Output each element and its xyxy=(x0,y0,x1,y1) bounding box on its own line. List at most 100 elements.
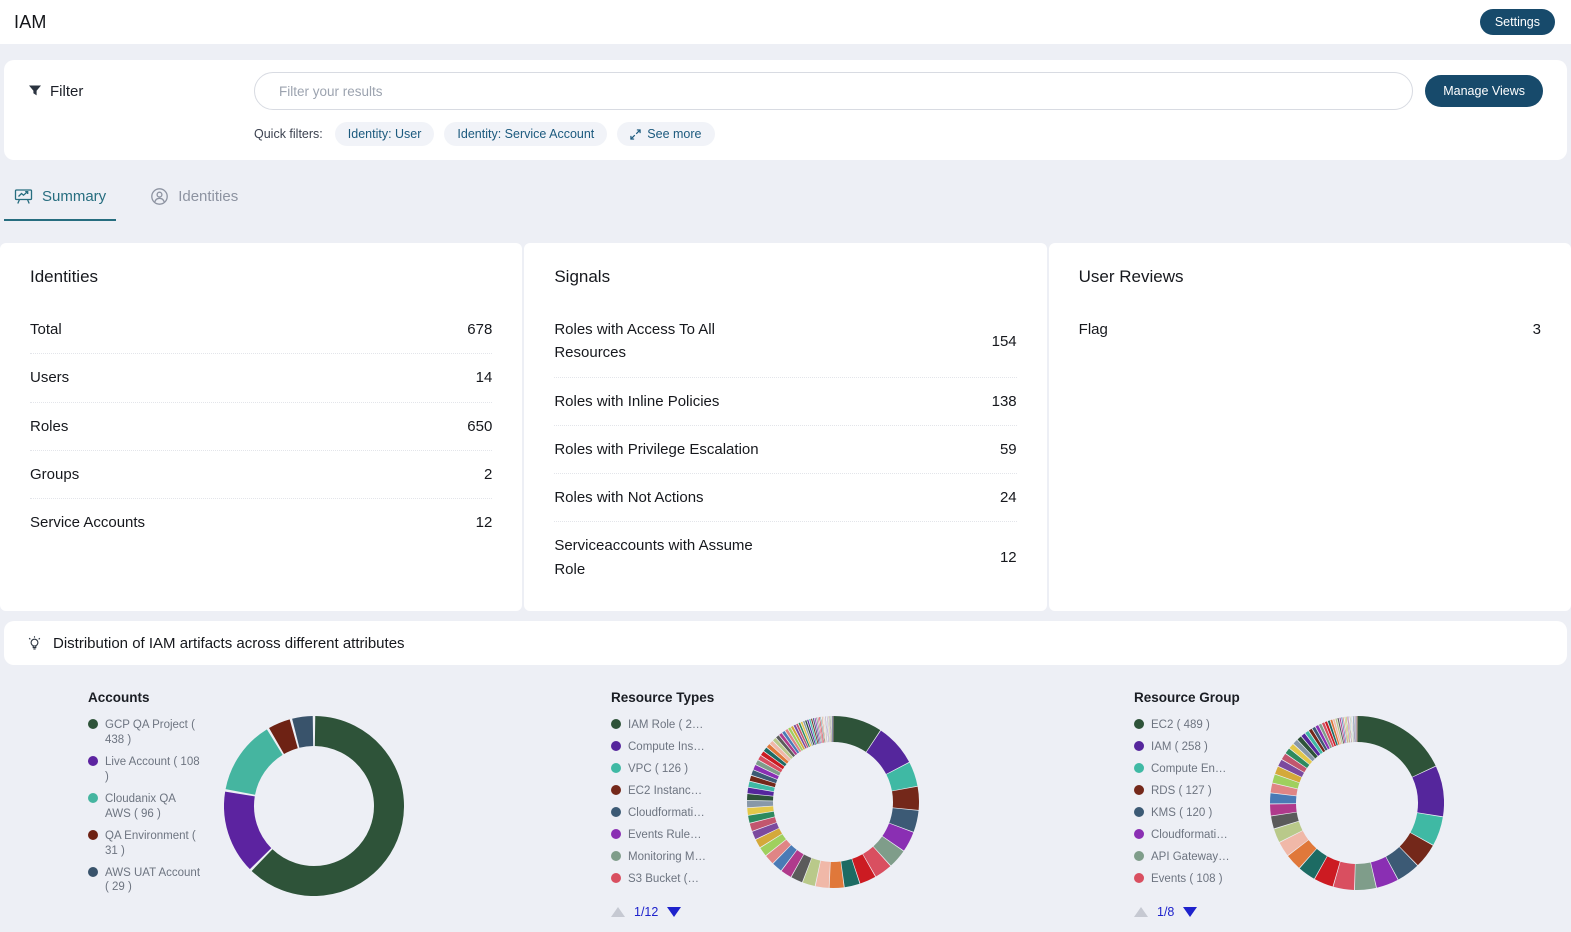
expand-icon xyxy=(630,128,641,140)
legend-label: Compute Ins… xyxy=(628,740,705,753)
legend-label: Live Account ( 108 ) xyxy=(105,755,200,783)
accounts-chart-title: Accounts xyxy=(88,690,150,705)
legend-item: Cloudformati… xyxy=(1134,828,1254,843)
see-more-button[interactable]: See more xyxy=(617,122,715,146)
legend-label: Events Rule… xyxy=(628,828,702,841)
tab-summary[interactable]: Summary xyxy=(4,175,117,221)
legend-item: API Gateway… xyxy=(1134,850,1254,865)
legend-color-dot xyxy=(88,755,98,766)
signals-card: Signals Roles with Access To All Resourc… xyxy=(524,243,1047,611)
legend-item: Monitoring M… xyxy=(611,850,731,865)
legend-color-dot xyxy=(611,806,621,817)
resource-types-pagination: 1/12 xyxy=(611,893,731,923)
stat-value: 3 xyxy=(1532,321,1541,339)
legend-color-dot xyxy=(611,784,621,795)
legend-color-dot xyxy=(611,872,621,883)
legend-label: GCP QA Project ( 438 ) xyxy=(105,719,195,746)
legend-label: Compute En… xyxy=(1151,762,1227,775)
legend-item: Cloudformati… xyxy=(611,806,731,821)
stat-label: Total xyxy=(30,321,62,338)
quick-filter-identity-service-account[interactable]: Identity: Service Account xyxy=(444,122,608,146)
summary-chart-icon xyxy=(14,187,33,206)
legend-item: Live Account ( 108 ) xyxy=(88,755,208,785)
page-up-icon[interactable] xyxy=(1134,907,1148,917)
legend-color-dot xyxy=(1134,740,1144,751)
stat-value: 650 xyxy=(467,417,493,435)
legend-label: KMS ( 120 ) xyxy=(1151,806,1213,819)
stat-label: Roles with Privilege Escalation xyxy=(554,440,759,458)
legend-color-dot xyxy=(88,792,98,803)
accounts-donut-chart xyxy=(224,716,404,923)
quick-filter-identity-user[interactable]: Identity: User xyxy=(334,122,435,146)
stat-row: Flag 3 xyxy=(1079,306,1541,353)
legend-item: IAM ( 258 ) xyxy=(1134,740,1254,755)
legend-item: EC2 Instanc… xyxy=(611,784,731,799)
stat-row: Users 14 xyxy=(30,354,493,403)
legend-item: Compute Ins… xyxy=(611,740,731,755)
top-bar: IAM Settings xyxy=(0,0,1571,44)
legend-color-dot xyxy=(611,762,621,773)
legend-label: EC2 Instanc… xyxy=(628,784,703,797)
accounts-chart-group: Accounts GCP QA Project ( 438 ) Live Acco… xyxy=(0,690,523,932)
legend-color-dot xyxy=(611,740,621,751)
legend-color-dot xyxy=(88,719,98,729)
legend-label: EC2 ( 489 ) xyxy=(1151,719,1210,731)
legend-label: VPC ( 126 ) xyxy=(628,762,689,775)
legend-item: Events ( 108 ) xyxy=(1134,872,1254,887)
user-reviews-card: User Reviews Flag 3 xyxy=(1048,243,1571,611)
legend-item: Compute En… xyxy=(1134,762,1254,777)
legend-color-dot xyxy=(611,719,621,729)
legend-color-dot xyxy=(88,829,98,840)
legend-item: Cloudanix QA AWS ( 96 ) xyxy=(88,792,208,822)
legend-item: Events Rule… xyxy=(611,828,731,843)
stat-value: 138 xyxy=(991,392,1017,410)
legend-item: IAM Role ( 2… xyxy=(611,718,731,733)
stat-label: Serviceaccounts with Assume Role xyxy=(554,537,753,578)
legend-item: GCP QA Project ( 438 ) xyxy=(88,718,208,748)
filter-panel: Filter Manage Views Quick filters: Ident… xyxy=(4,60,1567,160)
stat-label: Groups xyxy=(30,465,80,483)
resource-types-chart-group: Resource Types IAM Role ( 2… Compute Ins…… xyxy=(523,690,1046,932)
stat-row: Total 678 xyxy=(30,306,493,355)
page-indicator: 1/12 xyxy=(634,905,659,919)
resource-group-chart-group: Resource Group EC2 ( 489 ) IAM ( 258 ) Com… xyxy=(1046,690,1569,932)
legend-label: Cloudformati… xyxy=(1151,828,1228,841)
page-down-icon[interactable] xyxy=(667,907,682,917)
stat-value: 12 xyxy=(475,514,493,532)
stat-label: Service Accounts xyxy=(30,514,146,531)
stat-value: 24 xyxy=(999,489,1017,507)
resource-group-pagination: 1/8 xyxy=(1134,893,1254,923)
manage-views-button[interactable]: Manage Views xyxy=(1425,75,1543,107)
stat-row: Service Accounts 12 xyxy=(30,499,492,546)
legend-item: VPC ( 126 ) xyxy=(611,762,731,777)
settings-button[interactable]: Settings xyxy=(1479,9,1555,35)
stat-value: 2 xyxy=(483,465,493,483)
stat-value: 59 xyxy=(999,440,1017,458)
quick-filters-label: Quick filters: xyxy=(254,127,323,141)
stat-label: Roles xyxy=(30,417,69,435)
page-down-icon[interactable] xyxy=(1183,907,1198,917)
legend-item: RDS ( 127 ) xyxy=(1134,784,1254,799)
stat-row: Roles with Access To All Resources 154 xyxy=(554,306,1017,378)
summary-cards-row: Identities Total 678 Users 14 Roles 650 Groups… xyxy=(0,243,1571,611)
filter-results-input[interactable] xyxy=(254,72,1414,110)
stat-label: Roles with Inline Policies xyxy=(554,392,720,410)
legend-label: API Gateway… xyxy=(1151,850,1230,863)
legend-label: QA Environment ( 31 ) xyxy=(105,829,196,857)
resource-group-chart-title: Resource Group xyxy=(1134,690,1240,705)
legend-label: Cloudformati… xyxy=(628,806,705,819)
resource-types-chart-title: Resource Types xyxy=(611,690,715,705)
distribution-charts-row: Accounts GCP QA Project ( 438 ) Live Acco… xyxy=(0,665,1571,932)
page-up-icon[interactable] xyxy=(611,907,625,917)
tab-identities[interactable]: Identities xyxy=(140,175,248,221)
filter-section-label: Filter xyxy=(28,83,254,100)
page-indicator: 1/8 xyxy=(1157,905,1175,919)
legend-item: KMS ( 120 ) xyxy=(1134,806,1254,821)
legend-label: IAM ( 258 ) xyxy=(1151,740,1208,753)
legend-item: S3 Bucket (… xyxy=(611,872,731,887)
legend-item: EC2 ( 489 ) xyxy=(1134,718,1254,733)
stat-value: 154 xyxy=(991,332,1017,350)
stat-row: Groups 2 xyxy=(30,451,493,499)
legend-color-dot xyxy=(88,866,98,877)
funnel-icon xyxy=(28,84,42,98)
